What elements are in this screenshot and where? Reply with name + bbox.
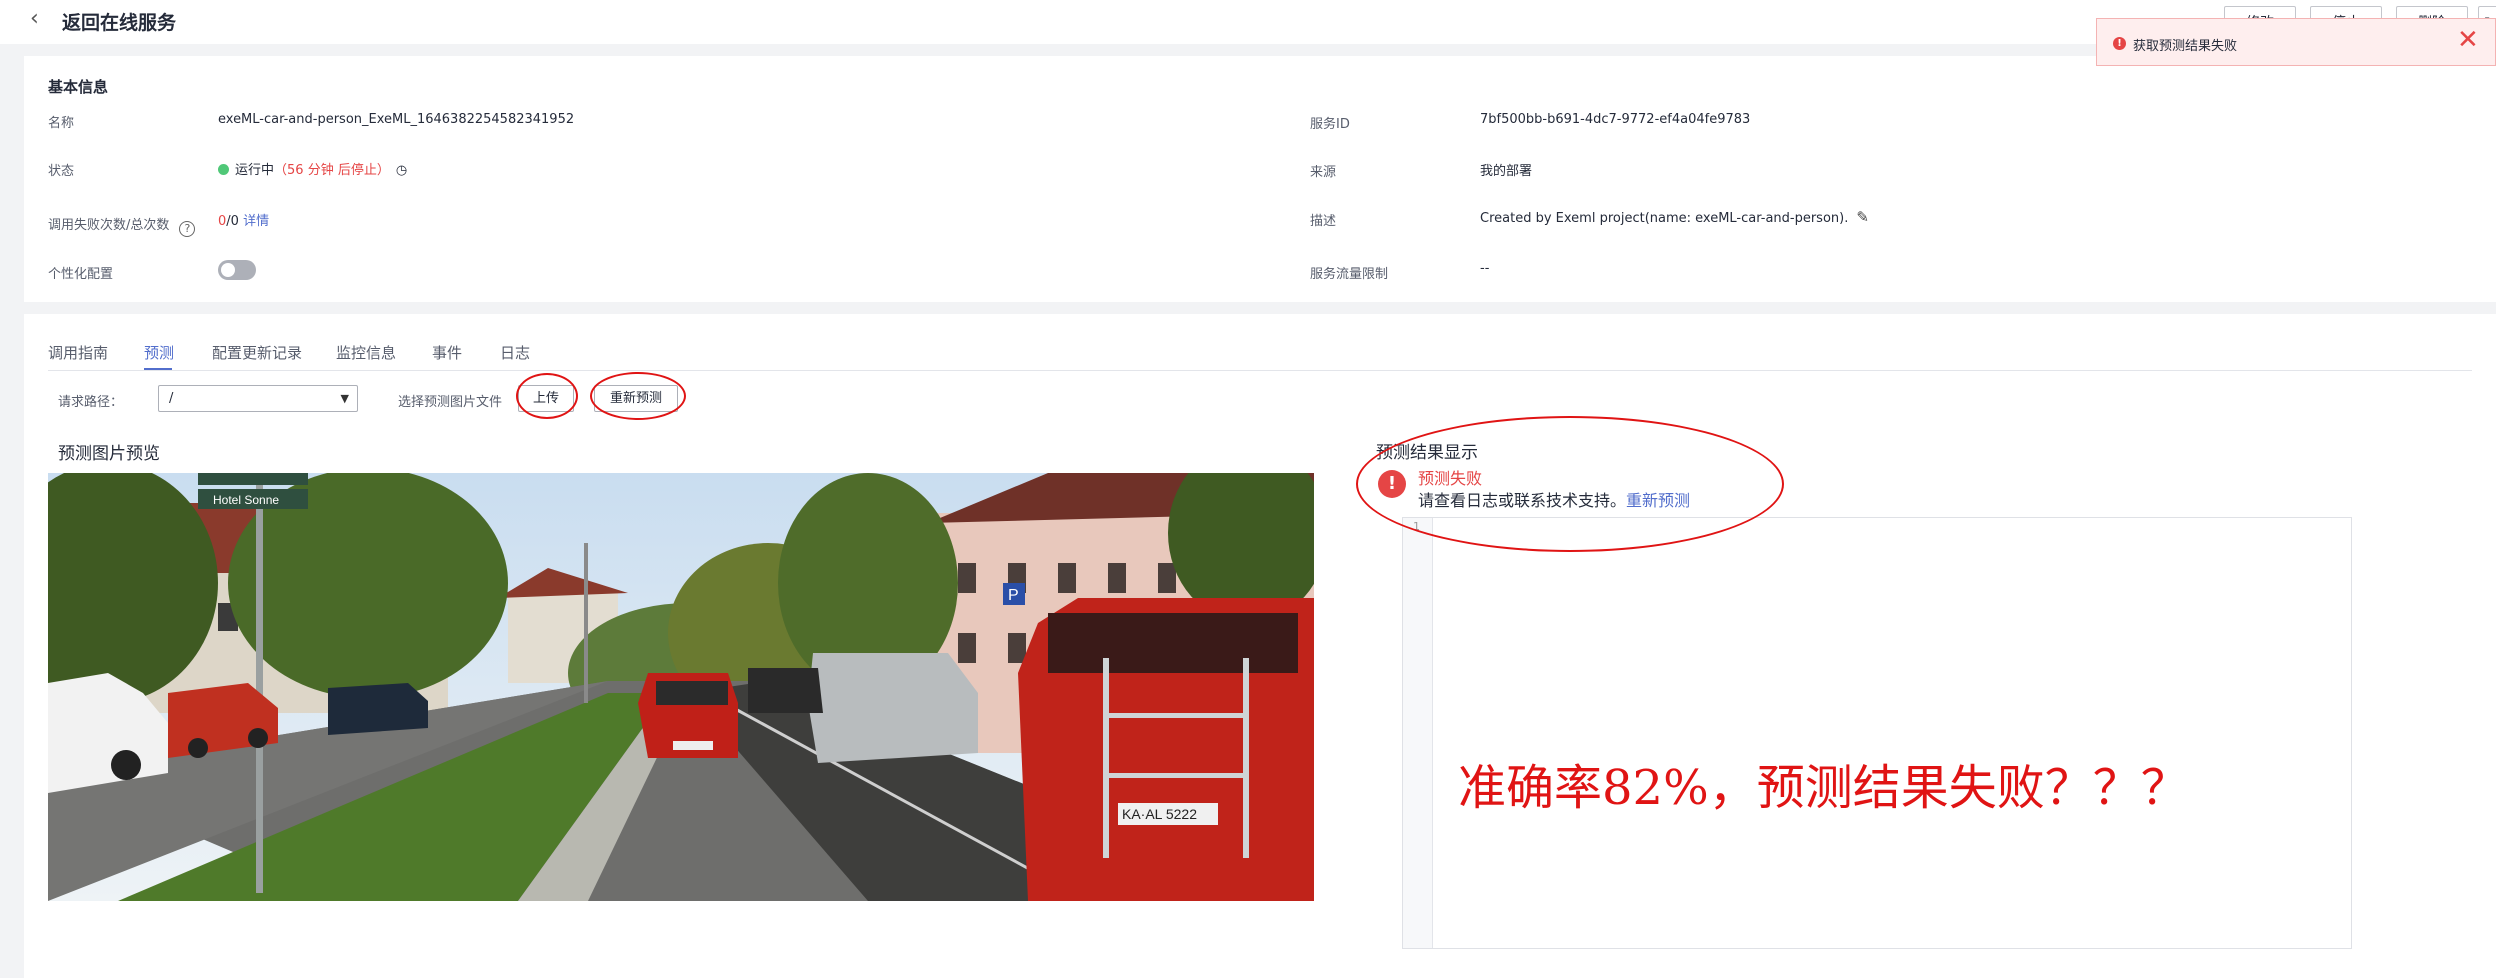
- status-remaining: （56 分钟 后停止）: [274, 163, 390, 178]
- source-label: 来源: [1310, 165, 1337, 180]
- request-path-select[interactable]: / ▼: [158, 385, 358, 412]
- tab-config-history[interactable]: 配置更新记录: [212, 342, 302, 363]
- annotation-circle-upload: [516, 373, 578, 419]
- service-id-value: 7bf500bb-b691-4dc7-9772-ef4a04fe9783: [1480, 112, 1751, 127]
- name-value: exeML-car-and-person_ExeML_1646382254582…: [218, 112, 575, 127]
- calls-detail-link[interactable]: 详情: [243, 214, 269, 229]
- request-path-label: 请求路径：: [58, 395, 124, 410]
- street-sign-text: Hotel Sonne: [213, 493, 279, 507]
- annotation-comment: 准确率82%，预测结果失败？？？: [1458, 760, 2189, 816]
- calls-value: 0/0 详情: [218, 210, 269, 229]
- result-output-box[interactable]: 1: [1402, 517, 2352, 949]
- description-label: 描述: [1310, 214, 1337, 229]
- service-id-label: 服务ID: [1310, 117, 1350, 132]
- clock-icon[interactable]: ◷: [396, 163, 407, 178]
- select-file-label: 选择预测图片文件: [398, 395, 503, 410]
- basic-info-card: [24, 56, 2496, 302]
- tab-call-guide[interactable]: 调用指南: [48, 342, 108, 363]
- calls-total: 0: [230, 214, 239, 229]
- toggle-knob: [221, 263, 235, 277]
- tab-events[interactable]: 事件: [432, 342, 462, 363]
- annotation-circle-repredict: [590, 372, 686, 420]
- status-label: 状态: [48, 164, 75, 179]
- preview-title: 预测图片预览: [58, 444, 160, 464]
- dropdown-arrow-icon: ▼: [340, 392, 349, 405]
- flow-limit-value: --: [1480, 261, 1490, 276]
- active-tab-indicator: [144, 368, 172, 370]
- personal-config-label: 个性化配置: [48, 267, 114, 282]
- license-plate-text: KA·AL 5222: [1122, 806, 1197, 822]
- edit-pencil-icon[interactable]: ✎: [1856, 208, 1869, 226]
- parking-sign-text: P: [1008, 587, 1019, 604]
- flow-limit-label: 服务流量限制: [1310, 267, 1389, 282]
- source-value: 我的部署: [1480, 164, 1533, 179]
- line-number-gutter: 1: [1403, 518, 1433, 948]
- page-title[interactable]: 返回在线服务: [62, 8, 176, 35]
- tab-predict[interactable]: 预测: [144, 342, 174, 363]
- annotation-circle-result: [1356, 416, 1784, 552]
- close-icon[interactable]: ✕: [2457, 25, 2479, 55]
- help-icon[interactable]: ?: [179, 221, 196, 237]
- name-label: 名称: [48, 116, 75, 131]
- back-arrow-icon[interactable]: ‹: [30, 8, 46, 30]
- error-toast: ! 获取预测结果失败 ✕: [2096, 18, 2496, 66]
- running-status-icon: [218, 164, 229, 175]
- prediction-preview-image: Hotel Sonne KA·AL 5222 P: [48, 473, 1314, 901]
- status-text: 运行中: [235, 163, 275, 178]
- description-value: Created by Exeml project(name: exeML-car…: [1480, 208, 1869, 226]
- toast-error-icon: !: [2113, 37, 2126, 50]
- personal-config-toggle[interactable]: [218, 260, 256, 280]
- status-value: 运行中（56 分钟 后停止） ◷: [218, 159, 407, 178]
- calls-label: 调用失败次数/总次数?: [48, 214, 196, 237]
- tabs-divider: [48, 370, 2472, 371]
- tab-monitoring[interactable]: 监控信息: [336, 342, 396, 363]
- toast-message: 获取预测结果失败: [2133, 39, 2238, 54]
- basic-info-title: 基本信息: [48, 78, 109, 96]
- tab-logs[interactable]: 日志: [500, 342, 530, 363]
- request-path-value: /: [169, 391, 174, 406]
